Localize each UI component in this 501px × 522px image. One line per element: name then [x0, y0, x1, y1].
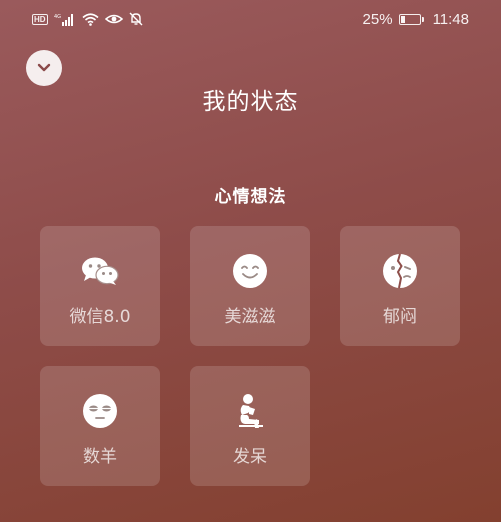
- sleepy-face-icon: [78, 393, 122, 429]
- gloomy-face-icon: [378, 253, 422, 289]
- clock: 11:48: [432, 10, 469, 28]
- smile-icon: [228, 253, 272, 289]
- status-bar-left: HD 4G: [32, 12, 143, 26]
- svg-text:4G: 4G: [54, 14, 61, 20]
- mood-tile-label: 数羊: [83, 447, 117, 467]
- cellular-signal-icon: 4G: [54, 13, 76, 26]
- mute-bell-icon: [129, 12, 143, 26]
- status-bar: HD 4G 25% 11:48: [0, 0, 501, 38]
- thinker-icon: [228, 393, 272, 429]
- mood-tile-happy[interactable]: 美滋滋: [190, 226, 310, 346]
- hd-badge: HD: [32, 13, 48, 25]
- battery-icon: [398, 13, 424, 25]
- mood-tile-label: 微信8.0: [69, 307, 131, 327]
- wechat-icon: [78, 253, 122, 289]
- mood-tile-label: 发呆: [233, 447, 267, 467]
- eye-comfort-icon: [104, 13, 123, 25]
- status-bar-right: 25% 11:48: [363, 11, 469, 28]
- section-title: 心情想法: [214, 187, 287, 207]
- battery-fill: [400, 15, 405, 23]
- mood-tile-wechat[interactable]: 微信8.0: [40, 226, 160, 346]
- wifi-icon: [82, 12, 99, 26]
- mood-tile-daze[interactable]: 发呆: [190, 366, 310, 486]
- mood-tile-label: 郁闷: [383, 307, 417, 327]
- collapse-button[interactable]: [26, 50, 62, 86]
- chevron-down-icon: [36, 63, 52, 73]
- mood-grid: 微信8.0 美滋滋 郁闷 数羊 发呆: [40, 226, 470, 486]
- page-title: 我的状态: [202, 89, 299, 115]
- mood-tile-counting-sheep[interactable]: 数羊: [40, 366, 160, 486]
- mood-tile-label: 美滋滋: [224, 307, 276, 327]
- battery-percent: 25%: [362, 10, 393, 28]
- mood-tile-gloomy[interactable]: 郁闷: [340, 226, 460, 346]
